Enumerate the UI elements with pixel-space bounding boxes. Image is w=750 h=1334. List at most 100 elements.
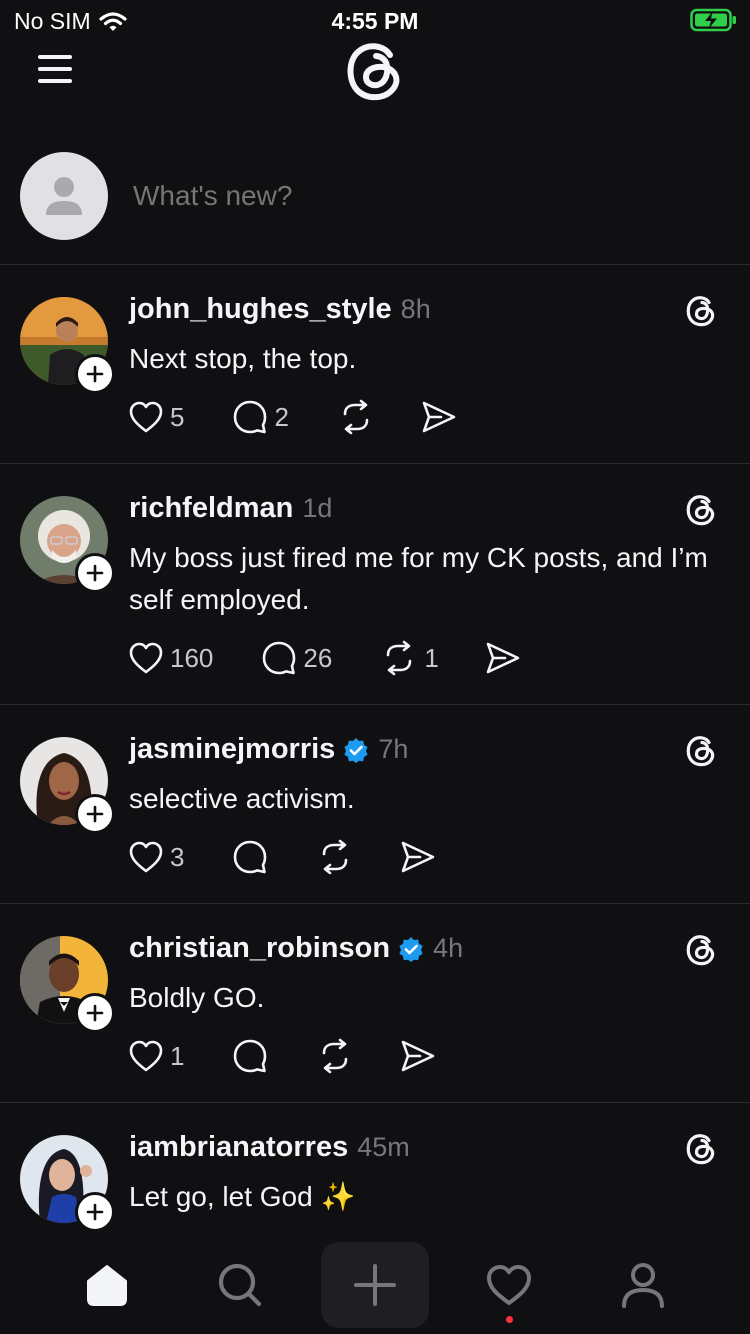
activity-heart-icon	[487, 1265, 531, 1305]
threads-icon[interactable]	[684, 932, 718, 968]
like-button[interactable]: 1	[128, 1039, 184, 1073]
post[interactable]: jasminejmorris 7h selective activism. 3	[0, 705, 750, 904]
post-actions: 5 2	[128, 397, 457, 437]
battery-charging-icon	[690, 8, 736, 32]
repost-icon	[323, 1038, 348, 1074]
profile-icon	[622, 1263, 664, 1308]
follow-button[interactable]	[75, 354, 115, 394]
verified-badge-icon	[399, 936, 423, 962]
like-count: 3	[170, 841, 185, 872]
like-count: 1	[170, 1040, 185, 1071]
repost-icon	[387, 640, 412, 676]
threads-icon[interactable]	[684, 293, 718, 329]
post-text: selective activism.	[129, 783, 355, 814]
comment-icon	[234, 840, 267, 874]
reply-count: 2	[274, 401, 289, 432]
follow-button[interactable]	[75, 553, 115, 593]
username[interactable]: christian_robinson	[129, 932, 390, 965]
send-icon	[402, 1040, 435, 1072]
share-button[interactable]	[400, 840, 436, 874]
like-button[interactable]: 160	[128, 641, 213, 675]
nav-search[interactable]	[190, 1236, 290, 1334]
send-icon	[486, 642, 520, 674]
own-avatar[interactable]	[20, 152, 108, 240]
username[interactable]: jasminejmorris	[129, 733, 335, 766]
post[interactable]: john_hughes_style 8h Next stop, the top.…	[0, 265, 750, 464]
like-button[interactable]: 5	[128, 400, 184, 434]
comment-icon	[234, 400, 267, 434]
post-header: christian_robinson 4h	[129, 932, 463, 965]
follow-button[interactable]	[75, 794, 115, 834]
threads-icon[interactable]	[684, 1131, 718, 1167]
heart-icon	[129, 642, 163, 674]
nav-home[interactable]	[57, 1236, 157, 1334]
reply-count: 26	[303, 642, 333, 673]
plus-icon	[86, 1203, 104, 1221]
post-time: 8h	[400, 294, 431, 324]
share-button[interactable]	[400, 1039, 436, 1073]
composer-input[interactable]	[133, 180, 633, 212]
post[interactable]: iambrianatorres 45m Let go, let God ✨	[0, 1103, 750, 1236]
post-text: My boss just fired me for my CK posts, a…	[129, 542, 708, 615]
heart-icon	[129, 1040, 163, 1072]
nav-create-button[interactable]	[321, 1242, 429, 1328]
plus-icon	[354, 1264, 396, 1306]
threads-icon[interactable]	[684, 492, 718, 528]
post-header: richfeldman 1d	[129, 492, 332, 525]
post-actions: 1	[128, 1036, 436, 1076]
home-icon	[87, 1265, 127, 1306]
threads-logo[interactable]	[343, 38, 407, 104]
username[interactable]: iambrianatorres	[129, 1131, 348, 1164]
post-text: Let go, let God ✨	[129, 1181, 356, 1212]
repost-button[interactable]	[316, 1038, 354, 1074]
plus-icon	[86, 1004, 104, 1022]
username[interactable]: richfeldman	[129, 492, 293, 525]
menu-line	[38, 55, 72, 59]
status-time: 4:55 PM	[331, 8, 419, 34]
post-header: john_hughes_style 8h	[129, 293, 431, 326]
reply-button[interactable]: 2	[232, 399, 289, 435]
send-icon	[402, 841, 435, 873]
username[interactable]: john_hughes_style	[129, 293, 392, 326]
post-actions: 3	[128, 837, 436, 877]
post-actions: 160 26 1	[128, 638, 521, 678]
repost-icon	[343, 399, 369, 435]
default-avatar-icon	[46, 177, 82, 215]
plus-icon	[86, 365, 104, 383]
comment-icon	[263, 641, 296, 675]
post-time: 45m	[357, 1132, 410, 1162]
composer[interactable]	[0, 140, 750, 265]
repost-button[interactable]: 1	[380, 640, 439, 676]
reply-button[interactable]	[232, 839, 268, 875]
post-text: Boldly GO.	[129, 982, 265, 1013]
share-button[interactable]	[485, 641, 521, 675]
repost-icon	[323, 839, 348, 875]
follow-button[interactable]	[75, 993, 115, 1033]
status-bar: No SIM 4:55 PM	[0, 0, 750, 40]
post-time: 1d	[302, 493, 333, 523]
search-icon	[218, 1263, 262, 1307]
threads-icon[interactable]	[684, 733, 718, 769]
comment-icon	[234, 1039, 267, 1073]
post[interactable]: richfeldman 1d My boss just fired me for…	[0, 464, 750, 705]
plus-icon	[86, 564, 104, 582]
menu-button[interactable]	[36, 52, 76, 86]
plus-icon	[86, 805, 104, 823]
verified-badge-icon	[344, 737, 368, 763]
post[interactable]: christian_robinson 4h Boldly GO. 1	[0, 904, 750, 1103]
repost-button[interactable]	[316, 839, 354, 875]
nav-profile[interactable]	[593, 1236, 693, 1334]
reply-button[interactable]	[232, 1038, 268, 1074]
like-button[interactable]: 3	[128, 840, 184, 874]
menu-line	[38, 79, 72, 83]
repost-button[interactable]	[337, 399, 375, 435]
follow-button[interactable]	[75, 1192, 115, 1232]
heart-icon	[129, 401, 163, 433]
reply-button[interactable]: 26	[261, 640, 332, 676]
menu-line	[38, 67, 72, 71]
send-icon	[422, 401, 456, 433]
activity-notification-dot	[506, 1316, 513, 1323]
share-button[interactable]	[421, 400, 457, 434]
bottom-nav	[0, 1236, 750, 1334]
heart-icon	[129, 841, 163, 873]
